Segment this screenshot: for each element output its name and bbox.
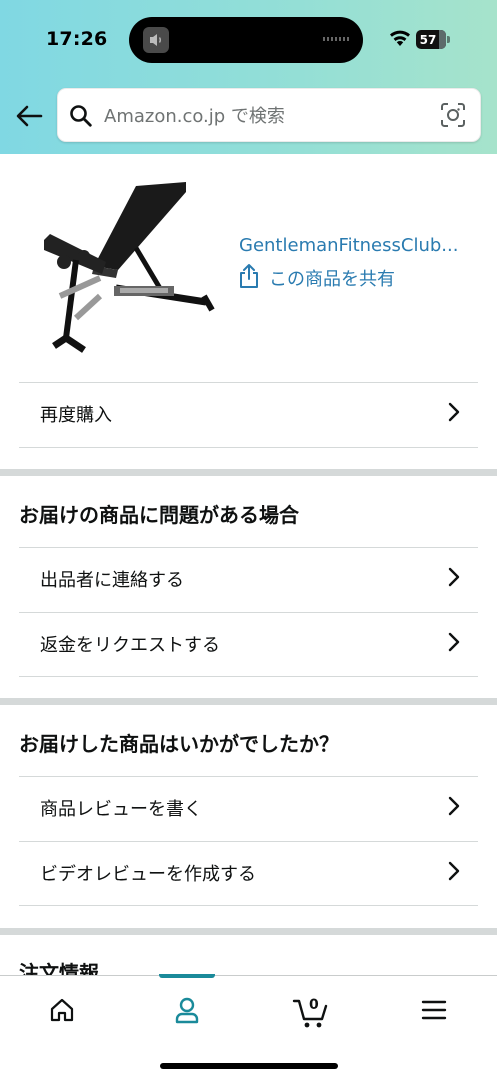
chevron-right-icon <box>448 796 460 820</box>
share-icon <box>238 263 260 293</box>
rebuy-row[interactable]: 再度購入 <box>40 382 478 446</box>
write-review-label: 商品レビューを書く <box>40 799 202 820</box>
product-title-link[interactable]: GentlemanFitnessClub... <box>239 235 479 256</box>
menu-icon <box>421 999 447 1025</box>
battery-level: 57 <box>419 32 437 47</box>
nav-home[interactable] <box>40 992 84 1032</box>
chevron-right-icon <box>448 567 460 591</box>
home-indicator <box>160 1063 338 1069</box>
cart-icon: 0 <box>292 995 332 1029</box>
contact-seller-row[interactable]: 出品者に連絡する <box>40 547 478 611</box>
feedback-section-title: お届けした商品はいかがでしたか？ <box>19 732 339 756</box>
cart-count: 0 <box>309 997 319 1013</box>
status-time: 17:26 <box>46 28 108 50</box>
write-review-row[interactable]: 商品レビューを書く <box>40 776 478 840</box>
search-icon[interactable] <box>68 103 94 133</box>
share-product-link[interactable]: この商品を共有 <box>238 263 395 293</box>
home-icon <box>49 997 75 1027</box>
chevron-right-icon <box>448 861 460 885</box>
request-refund-label: 返金をリクエストする <box>40 635 220 656</box>
chevron-right-icon <box>448 402 460 426</box>
camera-lens-icon[interactable] <box>440 102 466 132</box>
battery-tip <box>447 36 450 43</box>
product-image[interactable] <box>36 178 216 358</box>
chevron-right-icon <box>448 632 460 656</box>
account-icon <box>174 996 200 1028</box>
contact-seller-label: 出品者に連絡する <box>40 570 184 591</box>
divider <box>19 676 478 677</box>
divider <box>19 447 478 448</box>
active-tab-indicator <box>159 974 215 978</box>
section-separator <box>0 928 497 935</box>
request-refund-row[interactable]: 返金をリクエストする <box>40 612 478 676</box>
rebuy-label: 再度購入 <box>40 405 112 426</box>
wifi-icon <box>389 29 411 51</box>
share-label: この商品を共有 <box>269 269 395 290</box>
nav-account[interactable] <box>165 992 209 1032</box>
nav-cart[interactable]: 0 <box>290 992 334 1032</box>
bottom-navigation: 0 <box>0 974 497 1080</box>
speaker-icon <box>143 27 169 53</box>
nav-menu[interactable] <box>412 992 456 1032</box>
island-dots <box>323 37 349 41</box>
dynamic-island <box>129 17 363 63</box>
problem-section-title: お届けの商品に問題がある場合 <box>19 503 299 527</box>
app-header: 17:26 57 <box>0 0 497 154</box>
search-input[interactable] <box>104 103 424 129</box>
divider <box>19 905 478 906</box>
back-arrow-icon[interactable] <box>14 102 44 130</box>
video-review-label: ビデオレビューを作成する <box>40 864 256 885</box>
section-separator <box>0 698 497 705</box>
video-review-row[interactable]: ビデオレビューを作成する <box>40 841 478 905</box>
section-separator <box>0 469 497 476</box>
battery-indicator: 57 <box>416 30 446 49</box>
search-bar[interactable] <box>57 88 481 142</box>
